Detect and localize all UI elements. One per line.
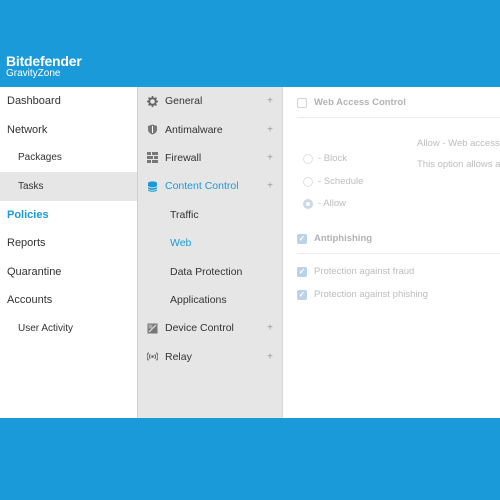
nav-item-tasks[interactable]: Tasks [0, 172, 137, 201]
allow-option[interactable]: - Allow [303, 198, 346, 209]
menu-item-firewall[interactable]: Firewall + [138, 144, 282, 172]
fraud-protection-label: Protection against fraud [314, 266, 415, 277]
gear-icon [147, 95, 158, 107]
menu-item-label: Device Control [165, 322, 234, 335]
phishing-protection-row[interactable]: Protection against phishing [297, 289, 428, 300]
brand-product: GravityZone [6, 68, 61, 79]
expand-icon[interactable]: + [267, 323, 273, 334]
menu-item-antimalware[interactable]: Antimalware + [138, 115, 282, 143]
phishing-protection-label: Protection against phishing [314, 289, 429, 300]
allow-label: - Allow [318, 198, 346, 209]
nav-item-user-activity[interactable]: User Activity [0, 314, 137, 342]
nav-item-dashboard[interactable]: Dashboard [0, 87, 137, 115]
divider [297, 117, 500, 118]
nav-item-policies[interactable]: Policies [0, 201, 137, 229]
menu-item-label: Firewall [165, 151, 202, 164]
expand-icon[interactable]: + [267, 351, 273, 362]
menu-item-label: Relay [165, 350, 192, 363]
divider [297, 253, 500, 254]
block-option[interactable]: - Block [303, 153, 347, 164]
allow-description: Allow - Web access [417, 138, 500, 149]
option-description: This option allows a [417, 159, 500, 170]
fraud-protection-row[interactable]: Protection against fraud [297, 266, 414, 277]
antiphishing-checkbox[interactable] [297, 233, 307, 244]
menu-item-general[interactable]: General + [138, 87, 282, 115]
web-access-control-title: Web Access Control [314, 97, 406, 108]
phishing-protection-checkbox[interactable] [297, 289, 307, 300]
fraud-protection-checkbox[interactable] [297, 266, 307, 277]
nav-item-reports[interactable]: Reports [0, 229, 137, 257]
schedule-option[interactable]: - Schedule [303, 176, 363, 187]
block-label: - Block [318, 153, 348, 164]
web-access-control-checkbox[interactable] [297, 97, 307, 108]
relay-icon [147, 351, 158, 362]
main-panel: Dashboard Network Packages Tasks Policie… [0, 87, 500, 418]
menu-subitem-traffic[interactable]: Traffic [138, 201, 282, 229]
database-icon [147, 181, 158, 192]
schedule-label: - Schedule [318, 176, 364, 187]
shield-icon [147, 124, 158, 135]
expand-icon[interactable]: + [267, 96, 273, 107]
antiphishing-title: Antiphishing [314, 233, 373, 244]
expand-icon[interactable]: + [267, 124, 273, 135]
web-access-control-row: Web Access Control [297, 97, 406, 108]
antiphishing-row: Antiphishing [297, 233, 372, 244]
brand-logo: Bitdefender GravityZone [6, 54, 82, 79]
menu-subitem-data-protection[interactable]: Data Protection [138, 257, 282, 285]
device-icon [147, 323, 158, 334]
web-settings-content: Web Access Control Allow - Web access Th… [283, 87, 500, 418]
brand-name: Bitdefender [6, 53, 82, 69]
menu-item-relay[interactable]: Relay + [138, 343, 282, 371]
menu-item-device-control[interactable]: Device Control + [138, 314, 282, 342]
nav-item-accounts[interactable]: Accounts [0, 286, 137, 314]
menu-item-content-control[interactable]: Content Control + [138, 172, 282, 200]
nav-item-packages[interactable]: Packages [0, 144, 137, 172]
schedule-radio[interactable] [303, 176, 313, 187]
nav-item-quarantine[interactable]: Quarantine [0, 257, 137, 285]
menu-item-label: General [165, 95, 203, 108]
menu-subitem-applications[interactable]: Applications [138, 286, 282, 314]
menu-item-label: Content Control [165, 180, 239, 193]
allow-radio[interactable] [303, 198, 313, 209]
expand-icon[interactable]: + [267, 152, 273, 163]
firewall-icon [147, 152, 158, 164]
policy-sections-menu: General + Antimalware + Firewall + Conte… [137, 87, 283, 418]
sidebar-nav: Dashboard Network Packages Tasks Policie… [0, 87, 137, 418]
menu-item-label: Antimalware [165, 123, 223, 136]
nav-item-network[interactable]: Network [0, 115, 137, 143]
menu-subitem-web[interactable]: Web [138, 229, 282, 257]
expand-icon[interactable]: + [267, 181, 273, 192]
block-radio[interactable] [303, 153, 313, 164]
